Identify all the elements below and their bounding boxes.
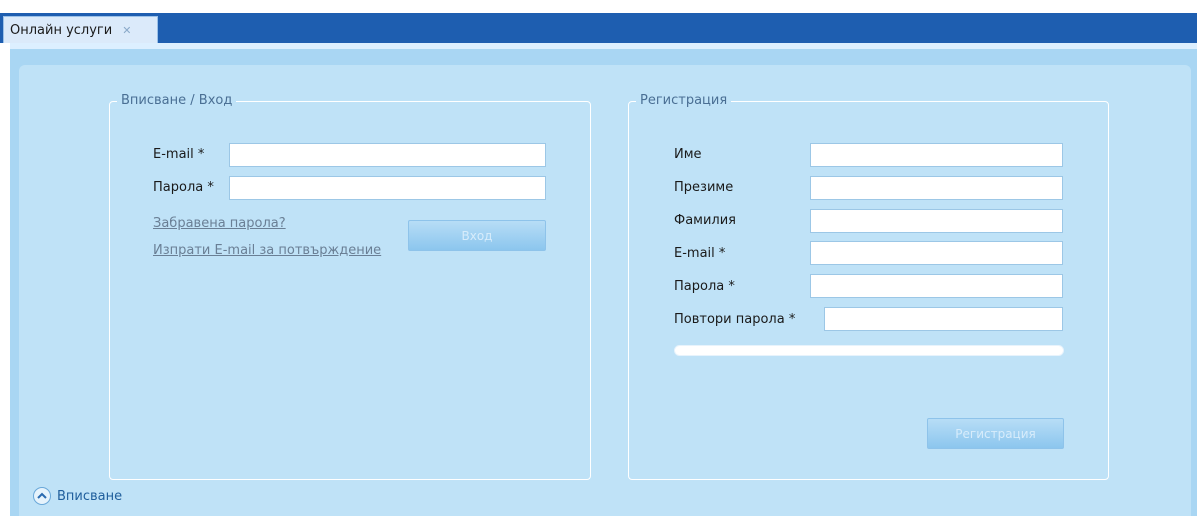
- login-password-label: Парола *: [153, 180, 214, 195]
- middle-name-label: Презиме: [674, 180, 734, 195]
- login-email-field[interactable]: [229, 143, 546, 167]
- middle-name-field[interactable]: [810, 176, 1063, 200]
- last-name-label: Фамилия: [674, 213, 736, 228]
- resend-confirmation-link[interactable]: Изпрати E-mail за потвърждение: [153, 243, 381, 259]
- register-legend: Регистрация: [636, 93, 732, 109]
- login-email-label: E-mail *: [153, 147, 205, 162]
- login-panel-toggle[interactable]: Вписване: [33, 487, 122, 505]
- login-button[interactable]: Вход: [408, 220, 546, 251]
- register-button[interactable]: Регистрация: [927, 418, 1064, 449]
- password-strength-bar: [674, 345, 1064, 356]
- toggle-label: Вписване: [57, 488, 123, 504]
- tab-bar: [0, 13, 1197, 43]
- tab-online-services[interactable]: Онлайн услуги ✕: [3, 16, 158, 43]
- chevron-up-icon[interactable]: [33, 487, 51, 505]
- login-legend: Вписване / Вход: [117, 93, 237, 109]
- tab-label: Онлайн услуги: [10, 22, 113, 38]
- last-name-field[interactable]: [810, 209, 1063, 233]
- close-icon[interactable]: ✕: [122, 24, 131, 37]
- content-top-strip: [10, 43, 1197, 49]
- repeat-password-label: Повтори парола *: [674, 312, 796, 327]
- register-password-label: Парола *: [674, 279, 735, 294]
- login-password-field[interactable]: [229, 176, 546, 200]
- first-name-field[interactable]: [810, 143, 1063, 167]
- repeat-password-field[interactable]: [824, 307, 1063, 331]
- register-email-label: E-mail *: [674, 246, 726, 261]
- forgot-password-link[interactable]: Забравена парола?: [153, 216, 286, 232]
- register-email-field[interactable]: [810, 241, 1063, 265]
- register-password-field[interactable]: [810, 274, 1063, 298]
- first-name-label: Име: [674, 147, 702, 162]
